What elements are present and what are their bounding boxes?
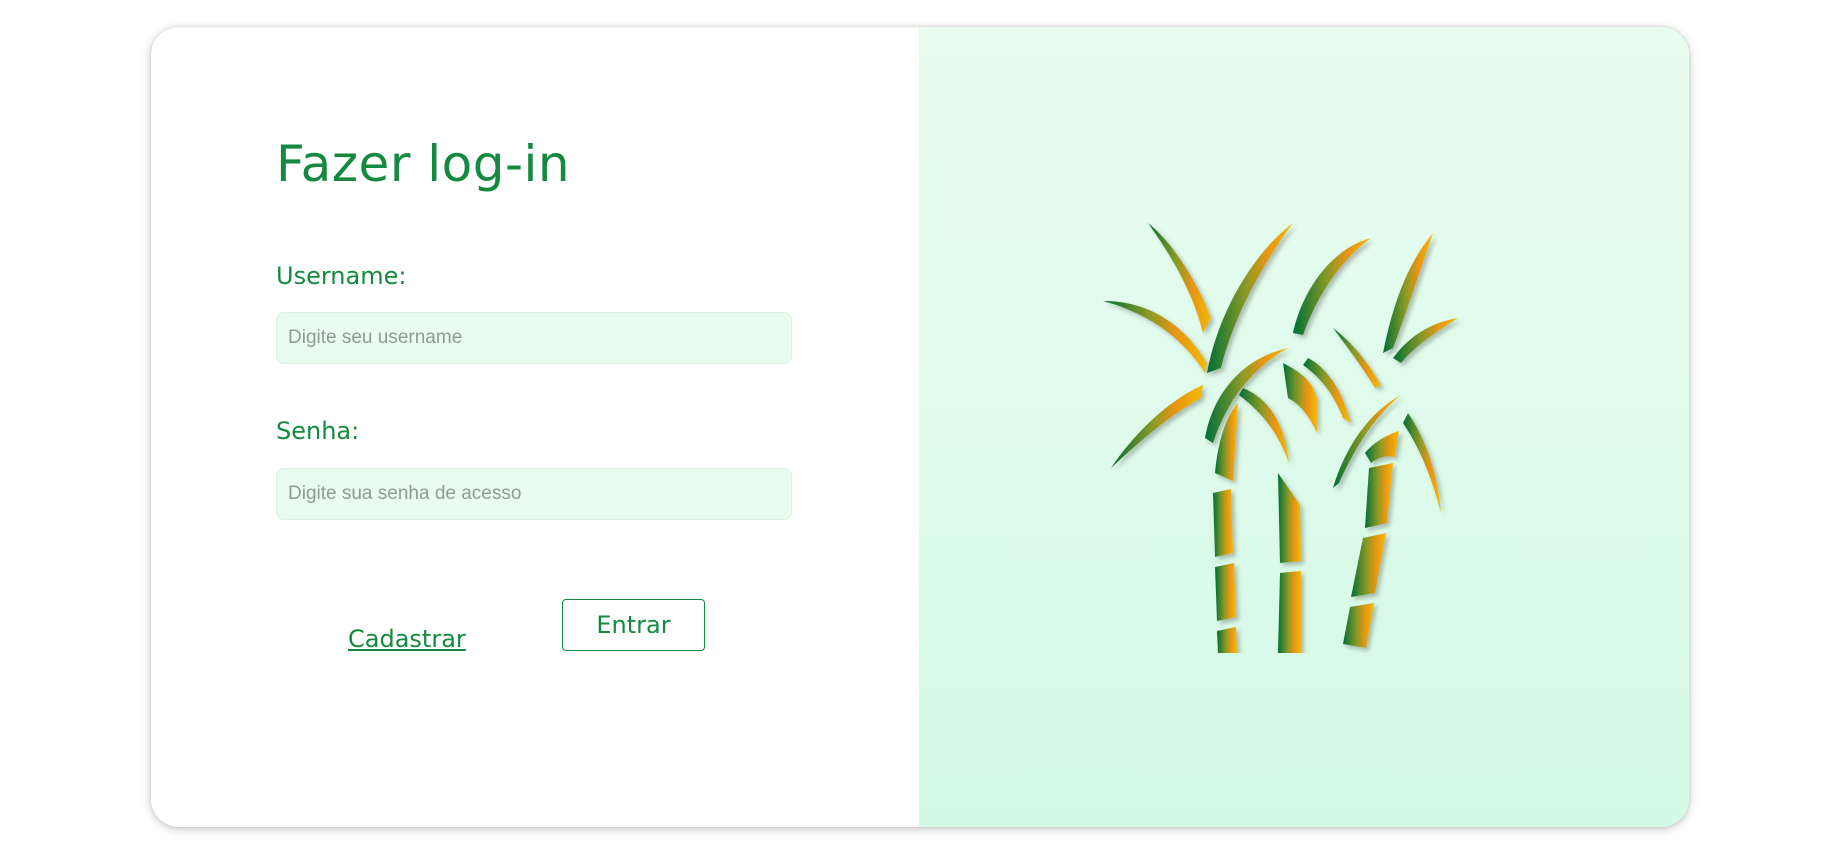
username-input[interactable] [276,312,792,364]
password-label: Senha: [276,417,360,445]
register-link[interactable]: Cadastrar [348,625,466,653]
page-title: Fazer log-in [276,135,571,193]
login-card: Fazer log-in Username: Senha: Cadastrar … [151,27,1689,827]
username-label: Username: [276,262,407,290]
password-input[interactable] [276,468,792,520]
sugarcane-logo-icon [1103,223,1458,653]
submit-button[interactable]: Entrar [562,599,705,651]
login-form-panel: Fazer log-in Username: Senha: Cadastrar … [151,27,919,827]
illustration-panel [919,27,1689,827]
